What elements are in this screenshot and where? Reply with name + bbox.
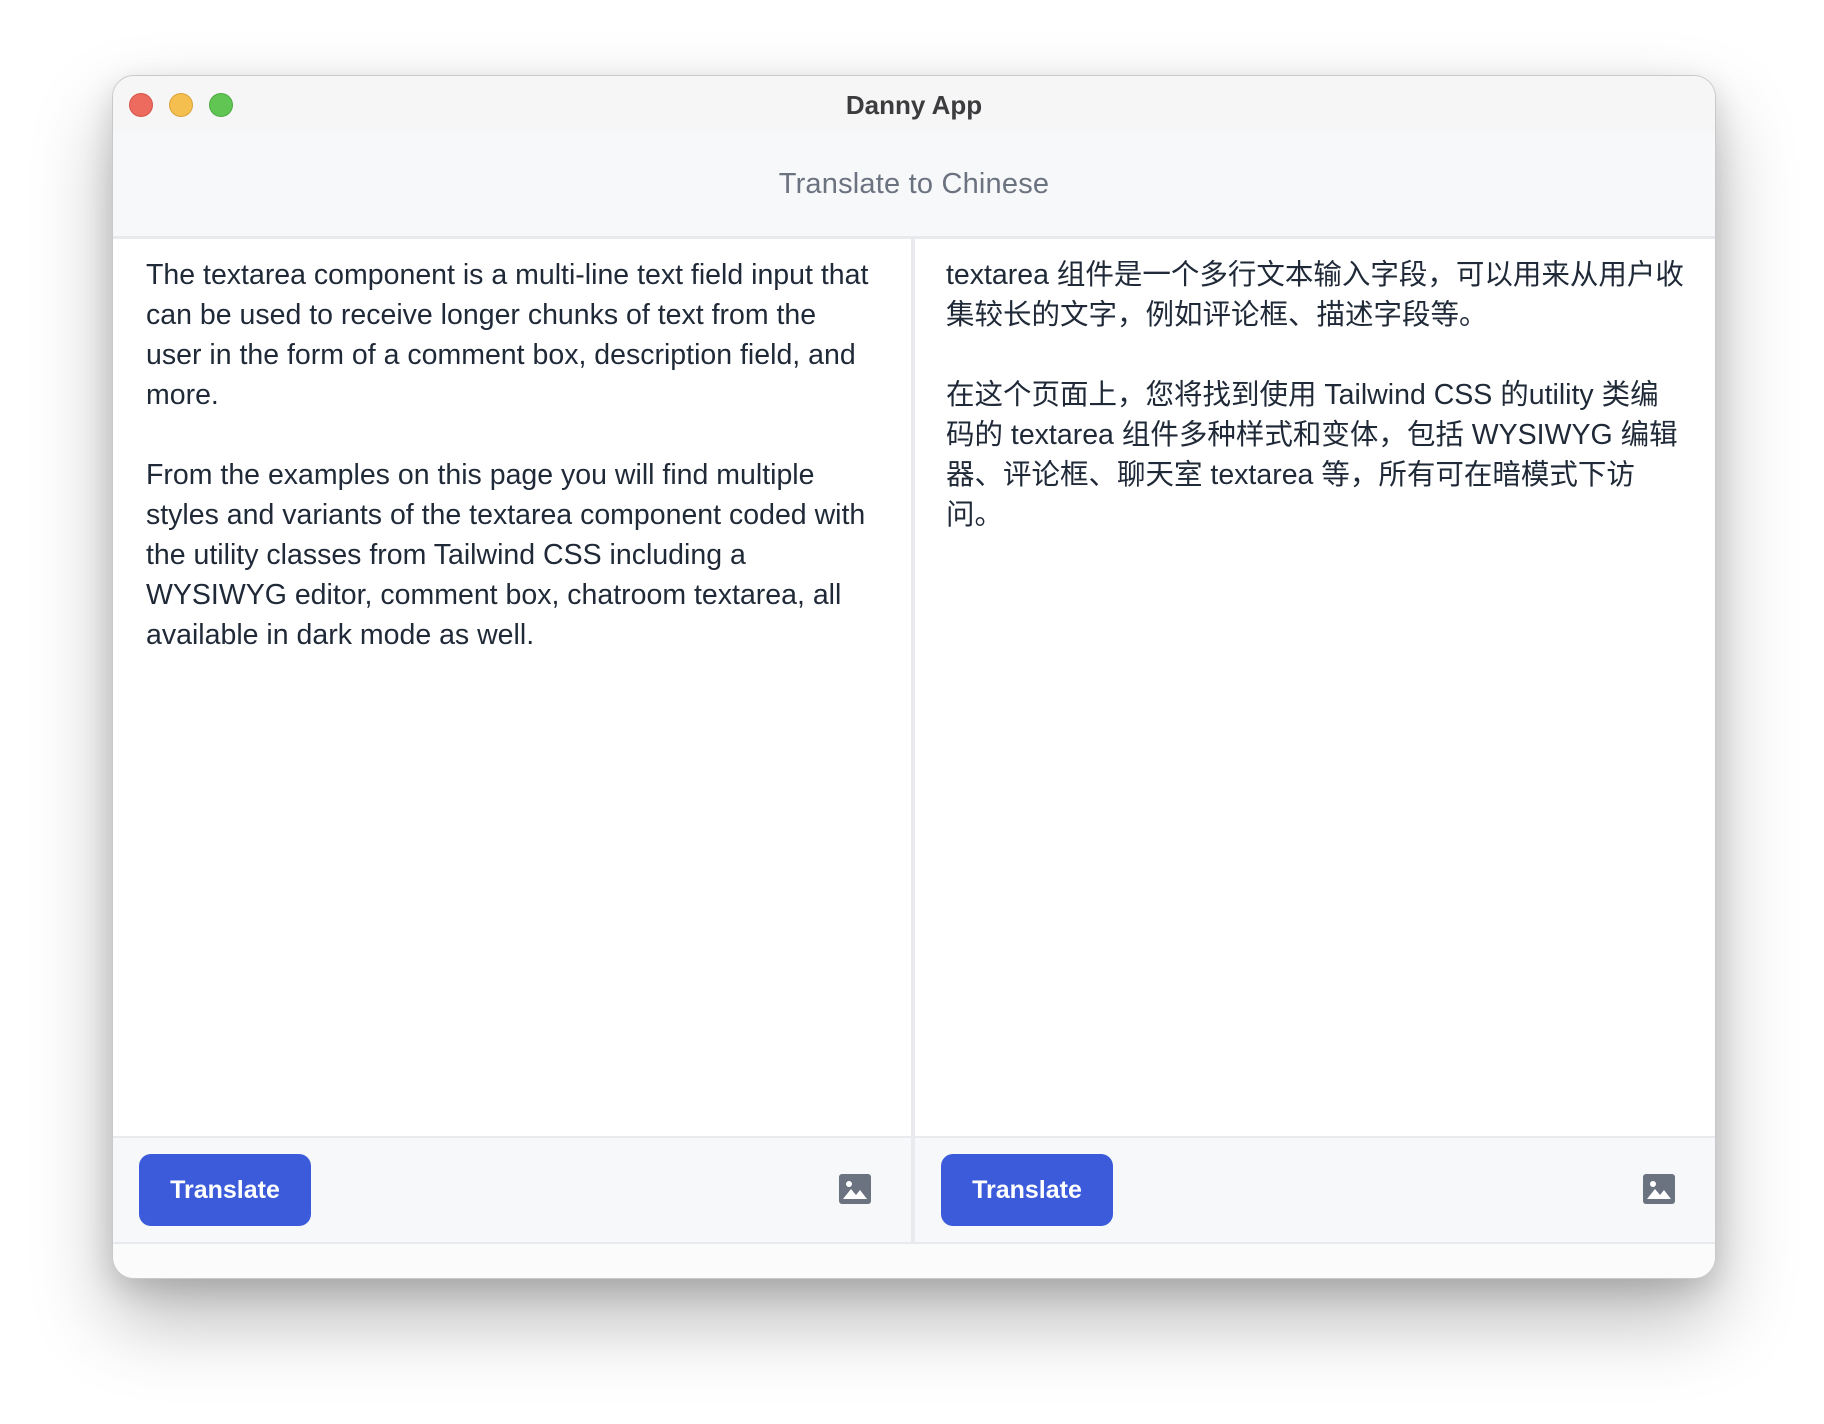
source-pane-footer: Translate <box>113 1136 911 1244</box>
source-textarea[interactable]: The textarea component is a multi-line t… <box>146 255 876 655</box>
app-window: Danny App Translate to Chinese The texta… <box>112 75 1716 1279</box>
title-bar[interactable]: Danny App <box>113 76 1715 132</box>
translate-button[interactable]: Translate <box>139 1154 311 1226</box>
translation-panes: The textarea component is a multi-line t… <box>113 239 1715 1244</box>
image-icon[interactable] <box>839 1174 871 1204</box>
translation-pane-footer: Translate <box>915 1136 1715 1244</box>
page-title: Translate to Chinese <box>778 167 1050 200</box>
translate-button[interactable]: Translate <box>941 1154 1113 1226</box>
translation-textarea[interactable]: textarea 组件是一个多行文本输入字段，可以用来从用户收集较长的文字，例如… <box>946 255 1686 535</box>
source-pane: The textarea component is a multi-line t… <box>113 239 915 1244</box>
translation-pane: textarea 组件是一个多行文本输入字段，可以用来从用户收集较长的文字，例如… <box>915 239 1715 1244</box>
window-title: Danny App <box>845 90 983 120</box>
page-header: Translate to Chinese <box>113 132 1715 239</box>
window-bottom-strip <box>113 1244 1715 1278</box>
image-icon[interactable] <box>1643 1174 1675 1204</box>
